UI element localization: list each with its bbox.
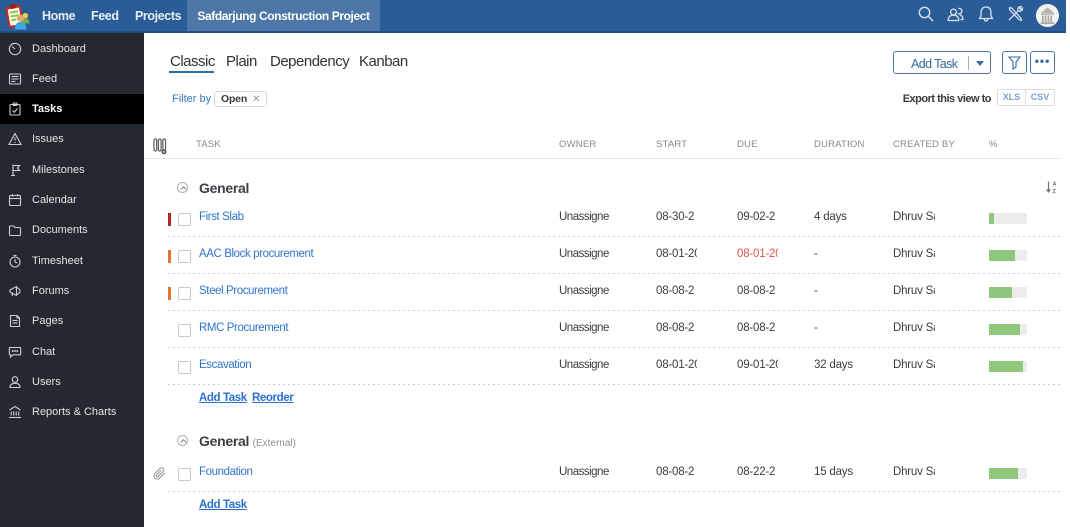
svg-text:Z: Z: [1053, 189, 1057, 194]
svg-text:A: A: [1053, 182, 1057, 188]
